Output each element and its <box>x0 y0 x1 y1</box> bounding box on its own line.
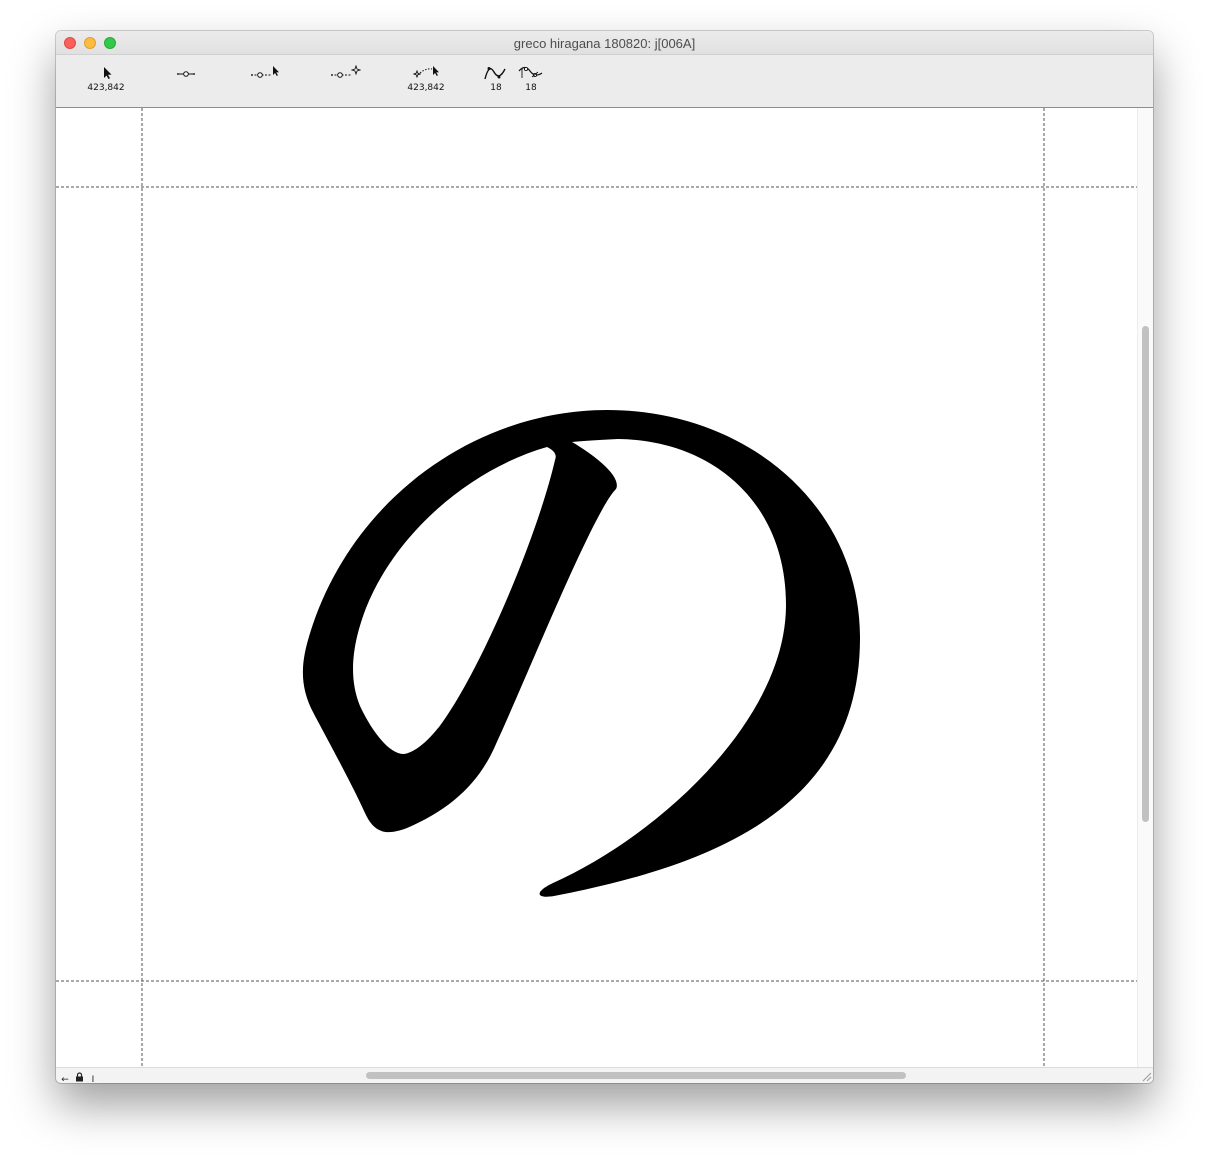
measure-pointer-icon <box>413 66 439 79</box>
glyph-shape[interactable] <box>302 410 860 897</box>
glyph-canvas[interactable] <box>56 108 1138 1068</box>
spiro-tool[interactable]: 18 <box>507 65 555 105</box>
curve-point-icon <box>177 71 195 77</box>
window-title: greco hiragana 180820: j[006A] <box>513 36 696 51</box>
lock-icon[interactable] <box>72 1072 86 1083</box>
pointer-tool[interactable]: 423,842 <box>82 65 130 105</box>
vertical-scrollbar[interactable] <box>1137 108 1153 1068</box>
tool-palette: 423,842 423,842 18 18 <box>56 55 1153 108</box>
resize-grip-icon[interactable] <box>1140 1070 1152 1082</box>
left-arrow-icon[interactable]: ← <box>58 1074 72 1083</box>
spiro-curve-icon <box>518 66 543 78</box>
text-cursor-icon[interactable]: I <box>86 1074 100 1083</box>
glyph-editor-window: greco hiragana 180820: j[006A] 423,842 4… <box>56 31 1153 1083</box>
vertical-scroll-thumb[interactable] <box>1142 326 1149 822</box>
pointer-arrow-icon <box>104 67 112 79</box>
pointer-tool-coords: 423,842 <box>87 83 125 93</box>
ruler-tool[interactable]: 423,842 <box>402 65 450 105</box>
point-with-star-icon <box>331 65 362 78</box>
horizontal-scroll-thumb[interactable] <box>366 1072 906 1079</box>
add-point-tool[interactable] <box>242 65 290 105</box>
title-bar[interactable]: greco hiragana 180820: j[006A] <box>56 31 1153 55</box>
spline-curve-icon <box>484 67 506 80</box>
spiro-tool-count: 18 <box>525 83 537 93</box>
status-bar: ← I <box>56 1067 1153 1083</box>
point-tool[interactable] <box>162 65 210 105</box>
tangent-point-tool[interactable] <box>322 65 370 105</box>
glyph-outline-view[interactable] <box>56 108 1138 1068</box>
point-with-pointer-icon <box>251 66 279 78</box>
ruler-tool-coords: 423,842 <box>407 83 445 93</box>
